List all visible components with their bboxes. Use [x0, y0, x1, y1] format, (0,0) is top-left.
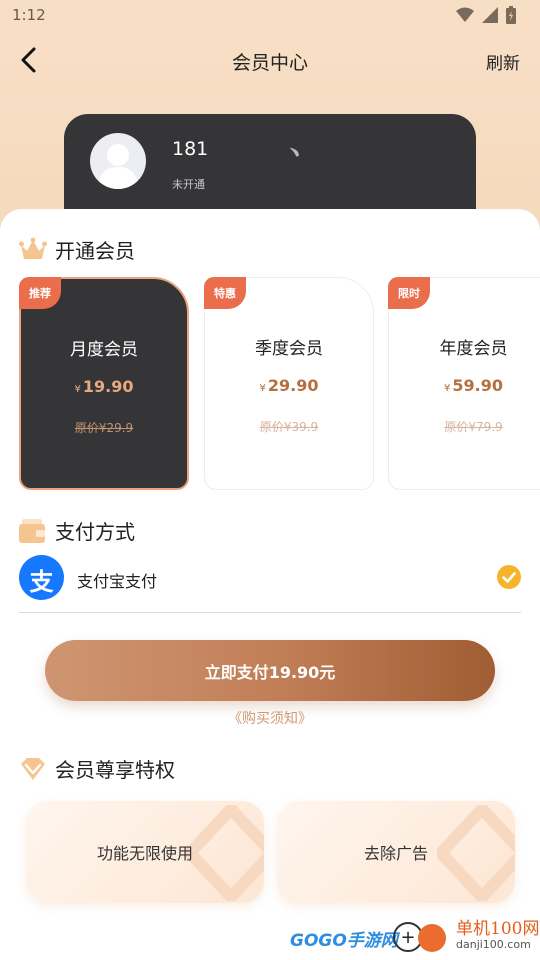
currency-symbol: ¥	[259, 383, 266, 394]
refresh-button[interactable]: 刷新	[486, 49, 520, 74]
page-title: 会员中心	[231, 52, 308, 74]
watermark-url: danji100.com	[456, 938, 531, 951]
plan-original-price: 原价¥29.9	[74, 421, 134, 435]
purchase-notice-link[interactable]: 《购买须知》	[0, 708, 540, 728]
privilege-decoration-icon	[186, 805, 264, 901]
default-avatar-icon	[98, 144, 138, 189]
check-circle-icon	[497, 565, 521, 589]
pay-now-button[interactable]: 立即支付19.90元	[45, 640, 495, 701]
privilege-decoration-icon	[437, 805, 515, 901]
plan-name: 年度会员	[439, 339, 508, 359]
plan-price-value: 29.90	[267, 376, 319, 395]
status-icons	[456, 6, 516, 24]
privilege-card-unlimited[interactable]: 功能无限使用	[26, 801, 264, 903]
alipay-icon: 支	[19, 555, 64, 600]
plan-price: ¥59.90	[389, 376, 540, 395]
status-time: 1:12	[12, 6, 46, 24]
plan-price: ¥29.90	[205, 376, 373, 395]
membership-section-title: 开通会员	[19, 235, 135, 264]
watermark-site: 单机100网	[456, 919, 540, 939]
battery-icon	[506, 6, 516, 24]
payment-method-label: 支付宝支付	[77, 572, 158, 591]
plan-price: ¥19.90	[21, 377, 187, 396]
signal-icon	[482, 7, 498, 23]
wifi-icon	[456, 7, 474, 22]
plan-price-value: 59.90	[452, 376, 503, 395]
currency-symbol: ¥	[444, 383, 451, 394]
membership-section-label: 开通会员	[55, 239, 135, 263]
watermark-brand: GOGO手游网	[290, 931, 398, 951]
plan-card-yearly[interactable]: 限时 年度会员 ¥59.90 原价¥79.9	[388, 277, 540, 490]
user-name: 181	[172, 138, 209, 160]
divider	[19, 612, 521, 613]
privileges-section-title: 会员尊享特权	[19, 754, 175, 783]
currency-symbol: ¥	[74, 384, 81, 395]
privilege-label: 功能无限使用	[96, 844, 193, 863]
diamond-icon	[21, 757, 45, 780]
plan-original-price: 原价¥39.9	[259, 420, 319, 434]
privilege-card-no-ads[interactable]: 去除广告	[277, 801, 515, 903]
plan-name: 月度会员	[70, 340, 138, 360]
payment-option-alipay[interactable]: 支 支付宝支付	[19, 555, 521, 601]
plan-badge: 特惠	[204, 277, 246, 309]
payment-section-label: 支付方式	[55, 520, 135, 544]
payment-section-title: 支付方式	[19, 516, 135, 545]
privileges-section-label: 会员尊享特权	[55, 758, 175, 782]
plan-badge: 推荐	[19, 277, 61, 309]
avatar	[90, 133, 146, 189]
plan-name: 季度会员	[255, 339, 323, 359]
plan-badge: 限时	[388, 277, 430, 309]
alipay-glyph: 支	[29, 568, 54, 596]
membership-status: 未开通	[172, 178, 205, 191]
plan-price-value: 19.90	[82, 377, 134, 396]
watermark: GOGO手游网 + 单机100网 danji100.com	[290, 912, 540, 960]
wallet-icon	[19, 518, 45, 543]
user-mark: ﹅	[288, 146, 302, 161]
header: 会员中心 刷新	[0, 38, 540, 84]
plan-original-price: 原价¥79.9	[444, 420, 503, 434]
privilege-label: 去除广告	[363, 844, 428, 863]
crown-icon	[19, 237, 47, 259]
plan-card-monthly[interactable]: 推荐 月度会员 ¥19.90 原价¥29.9	[19, 277, 189, 490]
watermark-logo-icon	[418, 924, 446, 952]
plan-card-quarterly[interactable]: 特惠 季度会员 ¥29.90 原价¥39.9	[204, 277, 374, 490]
status-bar: 1:12	[0, 0, 540, 32]
